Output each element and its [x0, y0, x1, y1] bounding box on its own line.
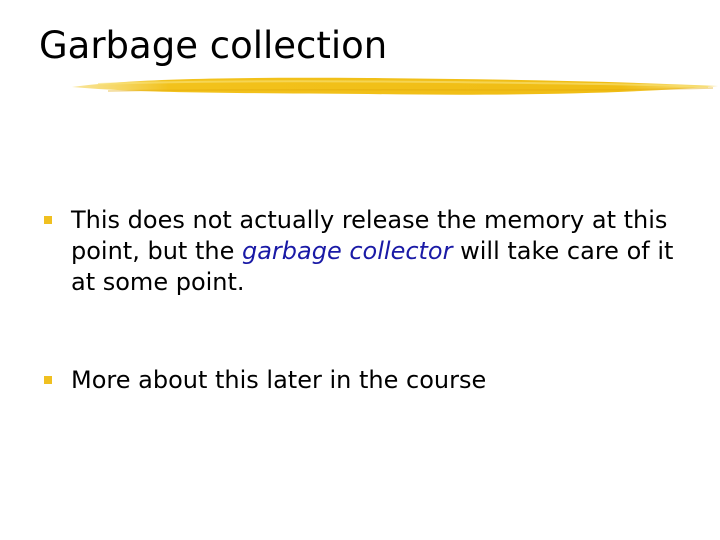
bullet-item: This does not actually release the memor… [44, 205, 684, 298]
bullet-text: This does not actually release the memor… [71, 205, 684, 298]
bullet-text: More about this later in the course [71, 366, 487, 394]
emphasized-term: garbage collector [241, 237, 453, 265]
title-underline-brushstroke [72, 77, 718, 95]
square-bullet-icon [44, 216, 52, 224]
bullet-item: More about this later in the course [44, 365, 684, 396]
square-bullet-icon [44, 376, 52, 384]
slide-title: Garbage collection [39, 24, 388, 67]
